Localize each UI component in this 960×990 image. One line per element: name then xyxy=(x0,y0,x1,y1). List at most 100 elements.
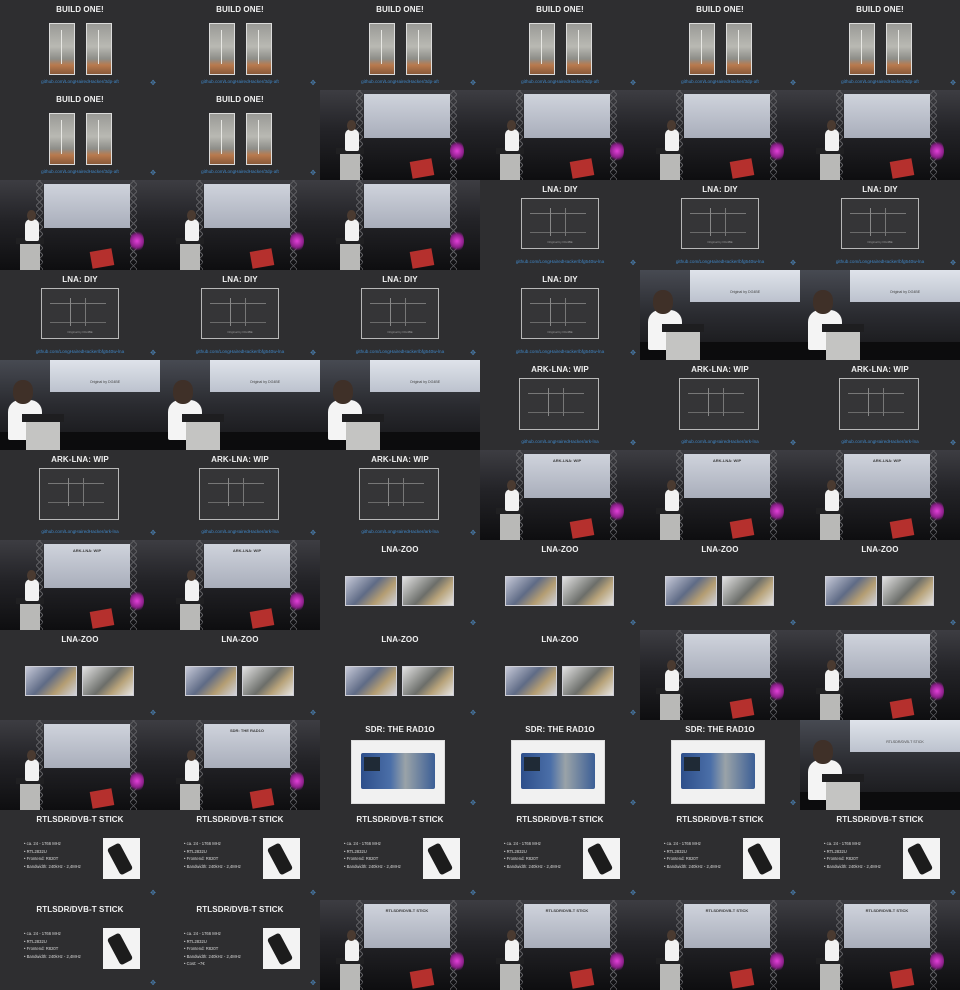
slide-link[interactable]: github.com/LongHairedHacker/ark-lna xyxy=(640,439,800,444)
video-frame[interactable]: ARK-LNA: WIP github.com/LongHairedHacker/… xyxy=(0,450,160,540)
video-frame[interactable]: ARK-LNA: WIP xyxy=(160,540,320,630)
slide-link[interactable]: github.com/LongHairedHacker/ark-lna xyxy=(0,529,160,534)
video-frame[interactable]: BUILD ONE! github.com/LongHairedHacker/3d… xyxy=(160,90,320,180)
video-frame[interactable]: RTLSDR/DVB-T STICK xyxy=(320,900,480,990)
video-frame[interactable]: RTLSDR/DVB-T STICK ✥ ca. 24 - 1766 MHzRTL2… xyxy=(160,900,320,990)
video-frame[interactable]: LNA: DIY github.com/LongHairedHacker/bfg5… xyxy=(480,180,640,270)
video-frame[interactable]: ARK-LNA: WIP github.com/LongHairedHacker/… xyxy=(320,450,480,540)
video-frame[interactable]: LNA-ZOO ✥ xyxy=(0,630,160,720)
slide-link[interactable]: github.com/LongHairedHacker/3dp-aft xyxy=(0,169,160,174)
video-frame[interactable] xyxy=(800,90,960,180)
video-frame[interactable]: LNA-ZOO ✥ xyxy=(320,540,480,630)
video-frame[interactable]: ARK-LNA: WIP xyxy=(800,450,960,540)
slide-link[interactable]: github.com/LongHairedHacker/bfg540w-lna xyxy=(320,349,480,354)
video-frame[interactable]: LNA-ZOO ✥ xyxy=(160,630,320,720)
video-frame[interactable]: ARK-LNA: WIP xyxy=(640,450,800,540)
slide-link[interactable]: github.com/LongHairedHacker/ark-lna xyxy=(800,439,960,444)
video-frame[interactable]: RTLSDR/DVB-T STICK xyxy=(800,720,960,810)
video-frame[interactable]: ARK-LNA: WIP github.com/LongHairedHacker/… xyxy=(640,360,800,450)
video-frame[interactable]: RTLSDR/DVB-T STICK ✥ ca. 24 - 1766 MHzRTL2… xyxy=(480,810,640,900)
video-frame[interactable]: BUILD ONE! github.com/LongHairedHacker/3d… xyxy=(320,0,480,90)
video-frame[interactable]: BUILD ONE! github.com/LongHairedHacker/3d… xyxy=(0,90,160,180)
video-frame[interactable]: LNA: DIY github.com/LongHairedHacker/bfg5… xyxy=(640,180,800,270)
video-frame[interactable]: Original by DG4BE xyxy=(160,360,320,450)
video-frame[interactable]: ARK-LNA: WIP github.com/LongHairedHacker/… xyxy=(800,360,960,450)
video-frame[interactable]: RTLSDR/DVB-T STICK ✥ ca. 24 - 1766 MHzRTL2… xyxy=(800,810,960,900)
video-frame[interactable] xyxy=(320,180,480,270)
slide-title: BUILD ONE! xyxy=(696,5,744,14)
slide-link[interactable]: github.com/LongHairedHacker/3dp-aft xyxy=(640,79,800,84)
slide-link[interactable]: github.com/LongHairedHacker/bfg540w-lna xyxy=(160,349,320,354)
red-speaker xyxy=(569,968,595,989)
video-frame[interactable]: Original by DG4BE xyxy=(320,360,480,450)
slide-link[interactable]: github.com/LongHairedHacker/3dp-aft xyxy=(0,79,160,84)
slide-link[interactable]: github.com/LongHairedHacker/bfg540w-lna xyxy=(800,259,960,264)
video-frame[interactable]: SDR: THE RAD1O ✥ xyxy=(320,720,480,810)
slide-link[interactable]: github.com/LongHairedHacker/3dp-aft xyxy=(160,169,320,174)
video-frame[interactable] xyxy=(480,90,640,180)
video-frame[interactable]: LNA-ZOO ✥ xyxy=(320,630,480,720)
video-frame[interactable]: BUILD ONE! github.com/LongHairedHacker/3d… xyxy=(0,0,160,90)
video-frame[interactable]: LNA-ZOO ✥ xyxy=(480,540,640,630)
slide-link[interactable]: github.com/LongHairedHacker/bfg540w-lna xyxy=(0,349,160,354)
bullet-item: RTL2832U xyxy=(24,848,81,856)
bullet-item: ca. 24 - 1766 MHz xyxy=(504,840,561,848)
move-arrows-icon: ✥ xyxy=(150,80,156,87)
slide-link[interactable]: github.com/LongHairedHacker/3dp-aft xyxy=(800,79,960,84)
video-frame[interactable]: SDR: THE RAD1O ✥ xyxy=(640,720,800,810)
screen-caption: Original by DG4BE xyxy=(409,380,441,384)
speaker-head xyxy=(187,750,196,761)
slide-link[interactable]: github.com/LongHairedHacker/3dp-aft xyxy=(160,79,320,84)
video-frame[interactable]: LNA: DIY github.com/LongHairedHacker/bfg5… xyxy=(480,270,640,360)
video-frame[interactable]: RTLSDR/DVB-T STICK ✥ ca. 24 - 1766 MHzRTL2… xyxy=(320,810,480,900)
video-frame[interactable]: LNA: DIY github.com/LongHairedHacker/bfg5… xyxy=(160,270,320,360)
video-frame[interactable]: RTLSDR/DVB-T STICK xyxy=(800,900,960,990)
slide-link[interactable]: github.com/LongHairedHacker/bfg540w-lna xyxy=(640,259,800,264)
bullet-item: Bandwidth: 240kHz - 2,4MHz xyxy=(824,863,881,871)
slide-link[interactable]: github.com/LongHairedHacker/ark-lna xyxy=(160,529,320,534)
video-frame[interactable]: ARK-LNA: WIP github.com/LongHairedHacker/… xyxy=(480,360,640,450)
video-frame[interactable]: SDR: THE RAD1O ✥ xyxy=(480,720,640,810)
video-frame[interactable]: LNA-ZOO ✥ xyxy=(640,540,800,630)
slide-link[interactable]: github.com/LongHairedHacker/3dp-aft xyxy=(320,79,480,84)
slide-title: ARK-LNA: WIP xyxy=(211,455,269,464)
video-frame[interactable]: LNA-ZOO ✥ xyxy=(480,630,640,720)
screen-caption: Original by DG4BE xyxy=(729,290,761,294)
video-frame[interactable]: RTLSDR/DVB-T STICK xyxy=(640,900,800,990)
video-frame[interactable]: RTLSDR/DVB-T STICK ✥ ca. 24 - 1766 MHzRTL2… xyxy=(160,810,320,900)
video-frame[interactable]: RTLSDR/DVB-T STICK ✥ ca. 24 - 1766 MHzRTL2… xyxy=(0,810,160,900)
stage-light xyxy=(450,140,464,162)
video-frame[interactable]: SDR: THE RAD1O xyxy=(160,720,320,810)
video-frame[interactable]: Original by DG4BE xyxy=(0,360,160,450)
video-frame[interactable] xyxy=(0,720,160,810)
video-frame[interactable] xyxy=(160,180,320,270)
video-frame[interactable]: LNA-ZOO ✥ xyxy=(800,540,960,630)
slide-link[interactable]: github.com/LongHairedHacker/ark-lna xyxy=(320,529,480,534)
video-frame[interactable]: Original by DG4BE xyxy=(640,270,800,360)
video-frame[interactable]: ARK-LNA: WIP xyxy=(480,450,640,540)
video-frame[interactable]: ARK-LNA: WIP github.com/LongHairedHacker/… xyxy=(160,450,320,540)
video-frame[interactable]: BUILD ONE! github.com/LongHairedHacker/3d… xyxy=(800,0,960,90)
video-frame[interactable]: LNA: DIY github.com/LongHairedHacker/bfg5… xyxy=(0,270,160,360)
video-frame[interactable]: LNA: DIY github.com/LongHairedHacker/bfg5… xyxy=(800,180,960,270)
video-frame[interactable]: BUILD ONE! github.com/LongHairedHacker/3d… xyxy=(480,0,640,90)
video-frame[interactable]: ARK-LNA: WIP xyxy=(0,540,160,630)
slide-link[interactable]: github.com/LongHairedHacker/bfg540w-lna xyxy=(480,259,640,264)
stage-light xyxy=(290,230,304,252)
slide-link[interactable]: github.com/LongHairedHacker/ark-lna xyxy=(480,439,640,444)
video-frame[interactable]: RTLSDR/DVB-T STICK ✥ ca. 24 - 1766 MHzRTL2… xyxy=(640,810,800,900)
video-frame[interactable]: BUILD ONE! github.com/LongHairedHacker/3d… xyxy=(160,0,320,90)
video-frame[interactable] xyxy=(640,630,800,720)
video-frame[interactable] xyxy=(640,90,800,180)
bullet-item: RTL2832U xyxy=(24,938,81,946)
video-frame[interactable]: Original by DG4BE xyxy=(800,270,960,360)
video-frame[interactable]: RTLSDR/DVB-T STICK ✥ ca. 24 - 1766 MHzRTL2… xyxy=(0,900,160,990)
video-frame[interactable] xyxy=(800,630,960,720)
video-frame[interactable]: LNA: DIY github.com/LongHairedHacker/bfg5… xyxy=(320,270,480,360)
video-frame[interactable] xyxy=(0,180,160,270)
video-frame[interactable]: BUILD ONE! github.com/LongHairedHacker/3d… xyxy=(640,0,800,90)
slide-link[interactable]: github.com/LongHairedHacker/bfg540w-lna xyxy=(480,349,640,354)
video-frame[interactable] xyxy=(320,90,480,180)
video-frame[interactable]: RTLSDR/DVB-T STICK xyxy=(480,900,640,990)
slide-link[interactable]: github.com/LongHairedHacker/3dp-aft xyxy=(480,79,640,84)
